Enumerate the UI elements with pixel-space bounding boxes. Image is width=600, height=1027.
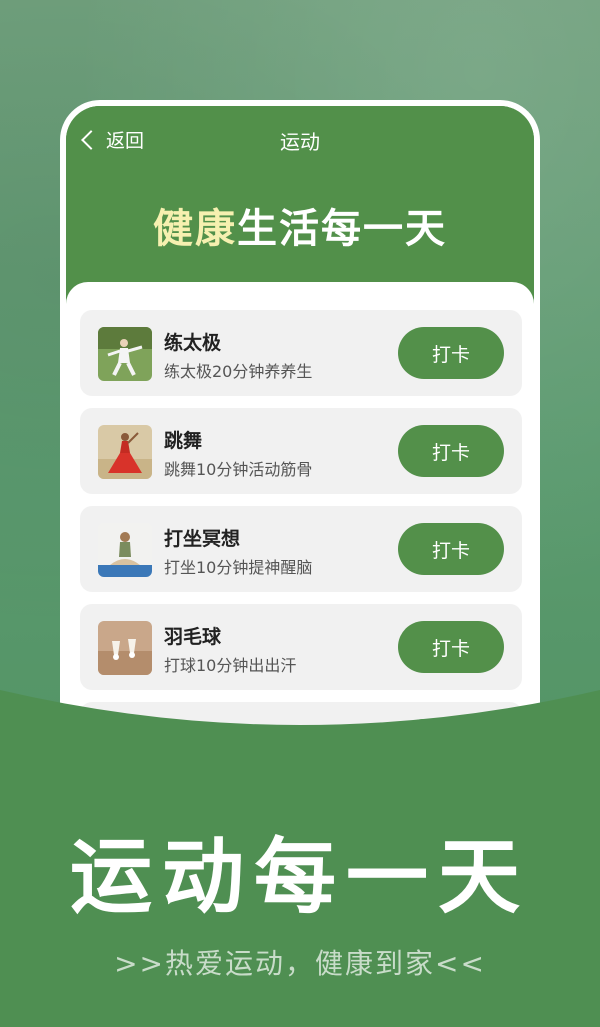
item-title: 打坐冥想: [164, 528, 241, 550]
item-description: 跳舞10分钟活动筋骨: [164, 460, 313, 479]
taichi-thumbnail: [98, 327, 152, 381]
promo-subtitle: >>热爱运动，健康到家<<: [114, 947, 486, 980]
list-item-dance: 跳舞 跳舞10分钟活动筋骨 打卡: [80, 408, 522, 494]
list-item-taichi: 练太极 练太极20分钟养养生 打卡: [80, 310, 522, 396]
item-title: 羽毛球: [164, 626, 222, 648]
checkin-button[interactable]: 打卡: [398, 425, 504, 477]
page-title: 运动: [280, 130, 320, 154]
checkin-button[interactable]: 打卡: [398, 523, 504, 575]
meditation-thumbnail: [98, 523, 152, 577]
dance-thumbnail: [98, 425, 152, 479]
headline-rest: 生活每一天: [237, 206, 447, 252]
item-title: 跳舞: [164, 430, 203, 452]
list-item-badminton: 羽毛球 打球10分钟出出汗 打卡: [80, 604, 522, 690]
headline: 健康生活每一天: [66, 196, 534, 254]
checkin-button[interactable]: 打卡: [398, 327, 504, 379]
list-item-meditation: 打坐冥想 打坐10分钟提神醒脑 打卡: [80, 506, 522, 592]
badminton-thumbnail: [98, 621, 152, 675]
promo-slogan: 运动每一天: [69, 829, 530, 925]
item-description: 打坐10分钟提神醒脑: [164, 558, 313, 577]
item-description: 打球10分钟出出汗: [164, 656, 297, 675]
checkin-button[interactable]: 打卡: [398, 621, 504, 673]
item-title: 练太极: [164, 332, 222, 354]
headline-accent: 健康: [153, 206, 237, 252]
header: 返回 运动 健康生活每一天: [66, 106, 534, 296]
item-description: 练太极20分钟养养生: [164, 362, 313, 381]
